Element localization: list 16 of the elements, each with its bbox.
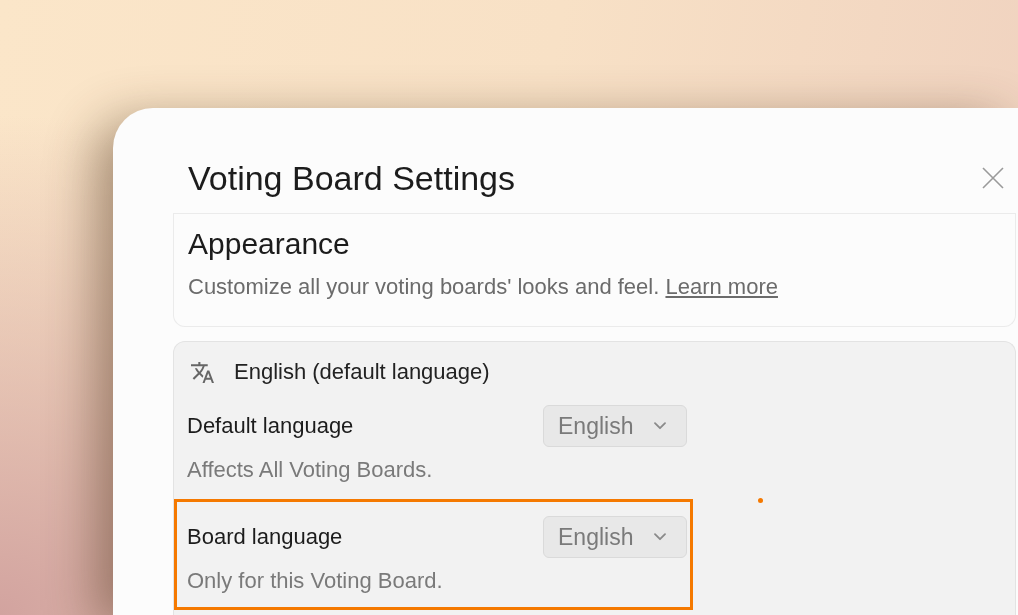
translate-icon: [191, 361, 214, 383]
setting-label: Default language: [187, 412, 354, 440]
learn-more-link[interactable]: Learn more: [665, 274, 778, 299]
dialog-title: Voting Board Settings: [188, 158, 515, 198]
setting-hint: Only for this Voting Board.: [187, 567, 444, 595]
section-description: Customize all your voting boards' looks and feel. Learn more: [188, 273, 779, 301]
setting-hint: Affects All Voting Boards.: [187, 456, 434, 484]
chevron-down-icon: [654, 422, 666, 430]
language-dropdown[interactable]: English: [543, 405, 687, 447]
close-button[interactable]: [982, 167, 1004, 189]
chevron-down-icon: [654, 533, 666, 541]
section-title: Appearance: [188, 226, 351, 262]
close-icon: [982, 167, 1004, 189]
language-name: English (default language): [234, 358, 490, 386]
language-dropdown[interactable]: English: [543, 516, 687, 558]
setting-label: Board language: [187, 523, 343, 551]
